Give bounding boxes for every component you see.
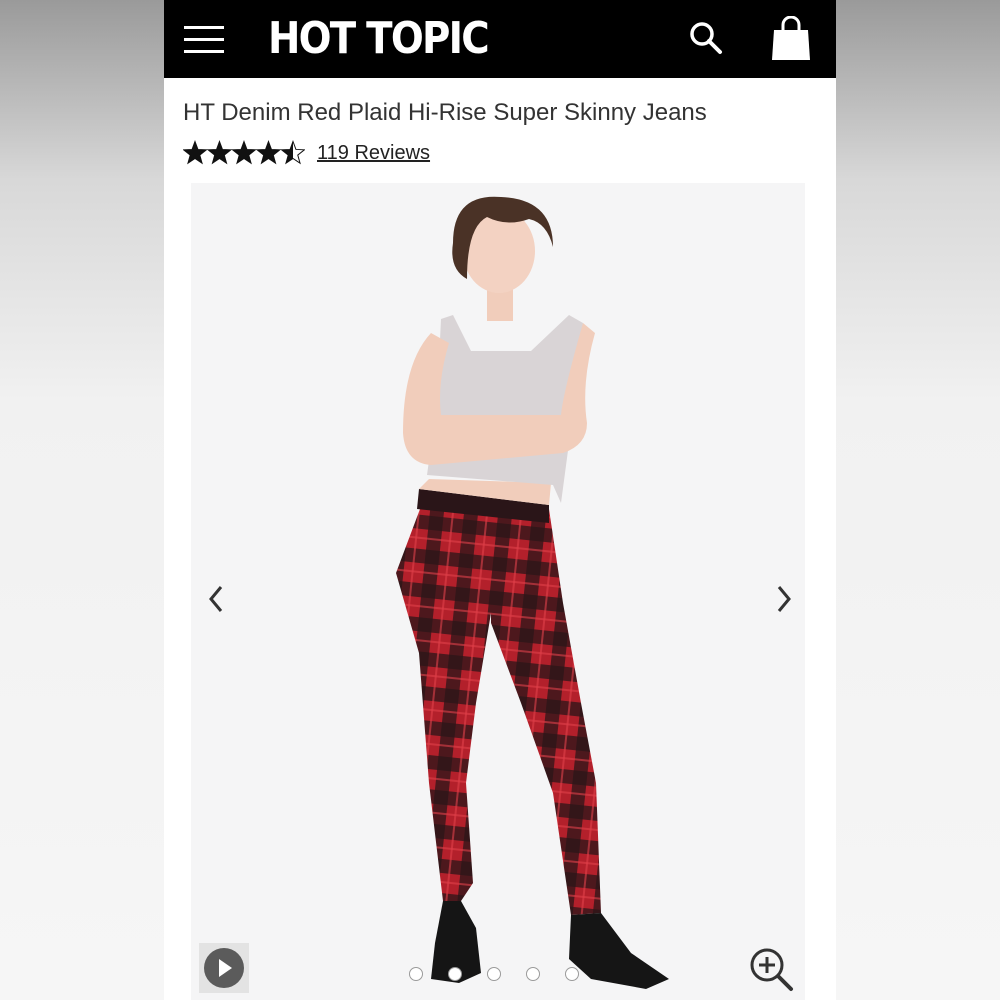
product-image[interactable] xyxy=(191,183,805,1000)
carousel-dot[interactable] xyxy=(487,967,501,981)
product-title: HT Denim Red Plaid Hi-Rise Super Skinny … xyxy=(183,99,707,126)
chevron-left-icon[interactable] xyxy=(201,579,231,619)
shopping-bag-icon[interactable] xyxy=(770,15,812,62)
chevron-right-icon[interactable] xyxy=(769,579,799,619)
star-icon xyxy=(183,140,208,165)
star-icon xyxy=(280,140,305,165)
phone-screen: HOT TOPIC HT Denim Red Plaid Hi-Rise Sup… xyxy=(164,0,836,1000)
carousel-dot[interactable] xyxy=(565,967,579,981)
star-icon xyxy=(255,140,282,165)
hamburger-menu-icon[interactable] xyxy=(184,22,226,58)
carousel-dot[interactable] xyxy=(526,967,540,981)
top-nav-bar: HOT TOPIC xyxy=(164,0,836,78)
reviews-link[interactable]: 119 Reviews xyxy=(317,141,430,165)
hot-topic-logo[interactable]: HOT TOPIC xyxy=(268,14,490,64)
star-icon xyxy=(206,140,233,165)
search-icon[interactable] xyxy=(688,20,724,56)
product-image-gallery xyxy=(191,183,805,1000)
zoom-in-icon[interactable] xyxy=(747,945,795,993)
video-play-button[interactable] xyxy=(199,943,249,993)
carousel-dot[interactable] xyxy=(448,967,462,981)
star-icon xyxy=(231,140,257,165)
star-rating xyxy=(183,140,305,165)
play-icon xyxy=(204,948,244,988)
carousel-dot[interactable] xyxy=(409,967,423,981)
